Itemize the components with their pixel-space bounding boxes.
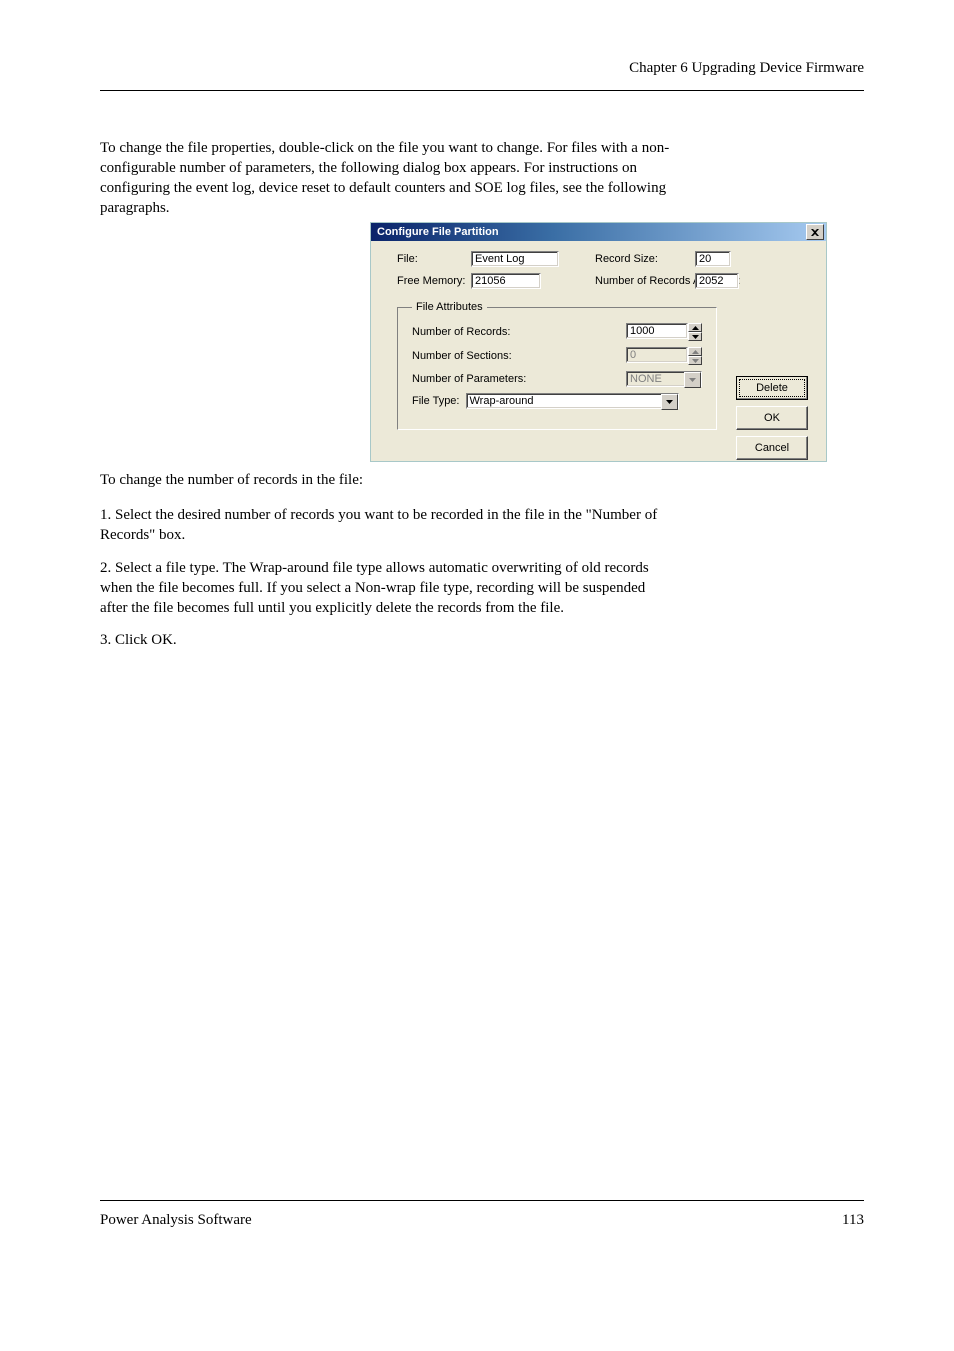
- dialog-titlebar[interactable]: Configure File Partition: [371, 223, 826, 241]
- ok-button[interactable]: OK: [736, 406, 808, 430]
- close-icon: [811, 229, 819, 236]
- list-item-line: 2. Select a file type. The Wrap-around f…: [100, 558, 860, 578]
- paragraph-line: configurable number of parameters, the f…: [100, 158, 860, 178]
- num-params-label: Number of Parameters:: [412, 373, 526, 385]
- list-item-line: 3. Click OK.: [100, 630, 860, 650]
- num-records-spinner[interactable]: 1000: [626, 323, 702, 341]
- header-rule: [100, 90, 864, 91]
- dialog-title: Configure File Partition: [377, 226, 499, 238]
- record-size-label: Record Size:: [595, 253, 689, 265]
- num-sections-label: Number of Sections:: [412, 350, 512, 362]
- configure-file-partition-dialog: Configure File Partition File: Event Log…: [370, 222, 827, 462]
- num-sections-value: 0: [626, 347, 688, 363]
- footer-left: Power Analysis Software: [100, 1212, 252, 1229]
- free-memory-label: Free Memory:: [397, 275, 465, 287]
- chevron-up-icon: [692, 350, 699, 354]
- paragraph-line: configuring the event log, device reset …: [100, 178, 860, 198]
- close-button[interactable]: [806, 224, 824, 240]
- paragraph-line: To change the number of records in the f…: [100, 470, 860, 490]
- list-item-line: when the file becomes full. If you selec…: [100, 578, 860, 598]
- list-item-line: 1. Select the desired number of records …: [100, 505, 860, 525]
- file-label: File:: [397, 253, 465, 265]
- page-header: Chapter 6 Upgrading Device Firmware: [629, 60, 864, 77]
- dialog-button-column: Delete OK Cancel: [736, 376, 808, 460]
- file-attributes-legend: File Attributes: [412, 301, 487, 313]
- list-item-line: Records" box.: [100, 525, 860, 545]
- num-records-value[interactable]: 1000: [626, 323, 688, 339]
- chevron-up-icon: [692, 326, 699, 330]
- num-records-down[interactable]: [688, 332, 702, 341]
- file-type-combo[interactable]: Wrap-around: [466, 393, 679, 409]
- page: Chapter 6 Upgrading Device Firmware To c…: [0, 0, 954, 1351]
- list-item-line: after the file becomes full until you ex…: [100, 598, 860, 618]
- chevron-down-icon: [666, 400, 673, 404]
- file-type-value[interactable]: Wrap-around: [466, 393, 679, 409]
- free-memory-field: 21056: [471, 273, 541, 289]
- delete-button[interactable]: Delete: [736, 376, 808, 400]
- num-sections-up: [688, 347, 702, 356]
- chevron-down-icon: [689, 378, 696, 382]
- num-records-up[interactable]: [688, 323, 702, 332]
- num-sections-down: [688, 356, 702, 365]
- num-params-combo: NONE: [626, 371, 702, 387]
- cancel-button[interactable]: Cancel: [736, 436, 808, 460]
- dialog-body: File: Event Log Free Memory: 21056 Recor…: [371, 241, 826, 461]
- paragraph-line: paragraphs.: [100, 198, 860, 218]
- file-attributes-group: File Attributes Number of Records: 1000 …: [397, 301, 717, 430]
- num-params-dropdown-button: [684, 372, 701, 388]
- records-available-field: 2052: [695, 273, 739, 289]
- num-sections-spinner: 0: [626, 347, 702, 365]
- paragraph-line: To change the file properties, double-cl…: [100, 138, 860, 158]
- file-type-label: File Type:: [412, 395, 460, 407]
- records-available-label: Number of Records Available:: [595, 275, 689, 287]
- record-size-field: 20: [695, 251, 731, 267]
- file-field: Event Log: [471, 251, 559, 267]
- footer-page-number: 113: [842, 1212, 864, 1229]
- chevron-down-icon: [692, 335, 699, 339]
- footer-rule: [100, 1200, 864, 1201]
- num-records-label: Number of Records:: [412, 326, 510, 338]
- file-type-dropdown-button[interactable]: [661, 394, 678, 410]
- chevron-down-icon: [692, 359, 699, 363]
